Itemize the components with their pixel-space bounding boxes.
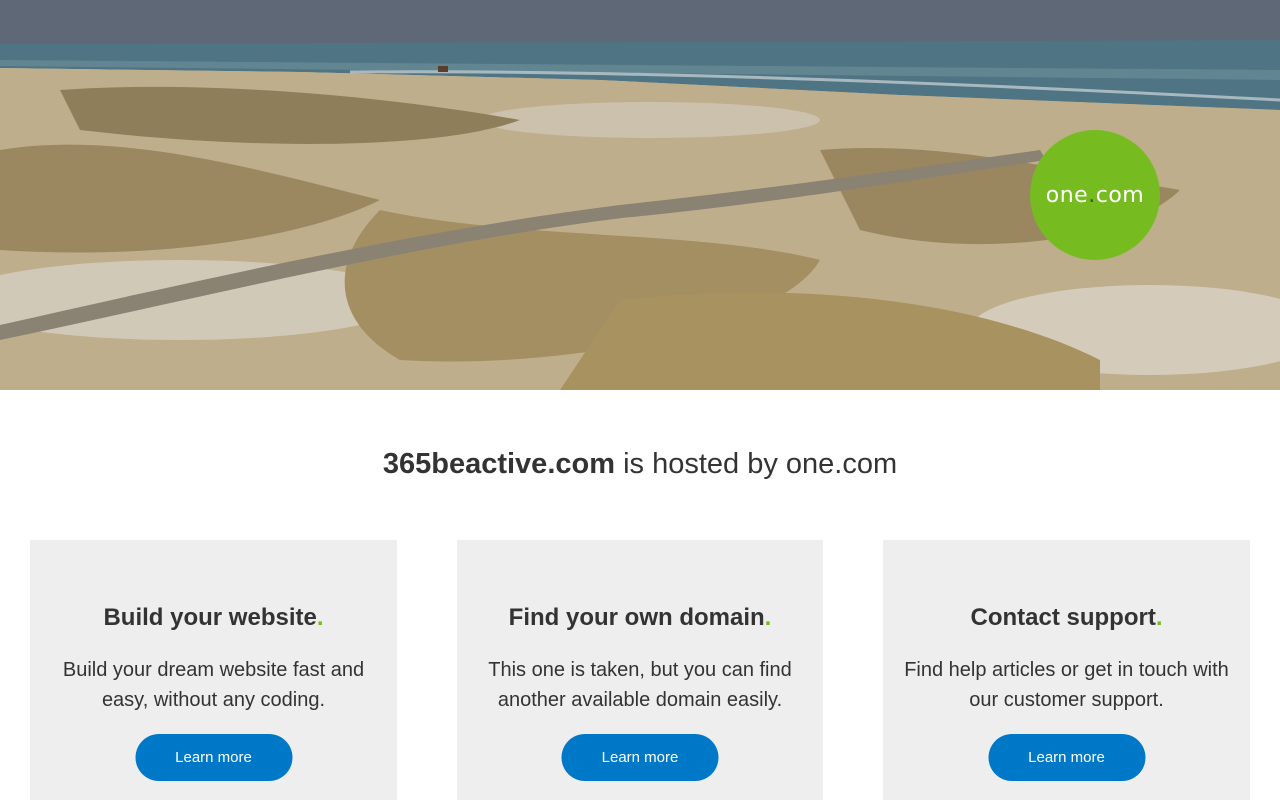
card-build-website: Build your website. Build your dream web…	[30, 540, 397, 800]
learn-more-button[interactable]: Learn more	[135, 734, 292, 781]
card-title: Find your own domain.	[457, 604, 823, 632]
learn-more-button[interactable]: Learn more	[561, 734, 719, 781]
headline-domain: 365beactive.com	[382, 448, 616, 480]
hero-banner: one. com	[0, 0, 1280, 390]
card-body: This one is taken, but you can find anot…	[488, 659, 792, 711]
headline-text: is hosted by one.com	[615, 448, 898, 480]
card-title-text: Build your website	[103, 604, 317, 631]
logo-name: one	[1045, 182, 1089, 208]
card-title: Contact support.	[883, 604, 1250, 632]
card-body: Find help articles or get in touch with …	[904, 659, 1229, 711]
page-headline: 365beactive.com is hosted by one.com	[0, 448, 1280, 481]
card-title-accent: .	[1155, 604, 1163, 631]
card-contact-support: Contact support. Find help articles or g…	[883, 540, 1250, 800]
logo-tld: com	[1095, 182, 1145, 208]
one-com-logo[interactable]: one. com	[1030, 130, 1160, 260]
card-title-text: Contact support	[970, 604, 1156, 631]
card-title-accent: .	[316, 604, 324, 631]
card-title: Build your website.	[30, 604, 397, 632]
learn-more-button[interactable]: Learn more	[988, 734, 1145, 781]
card-body: Build your dream website fast and easy, …	[62, 659, 365, 711]
card-title-accent: .	[764, 604, 772, 631]
card-find-domain: Find your own domain. This one is taken,…	[457, 540, 823, 800]
card-title-text: Find your own domain	[508, 604, 765, 631]
logo-dot: .	[1088, 182, 1096, 208]
